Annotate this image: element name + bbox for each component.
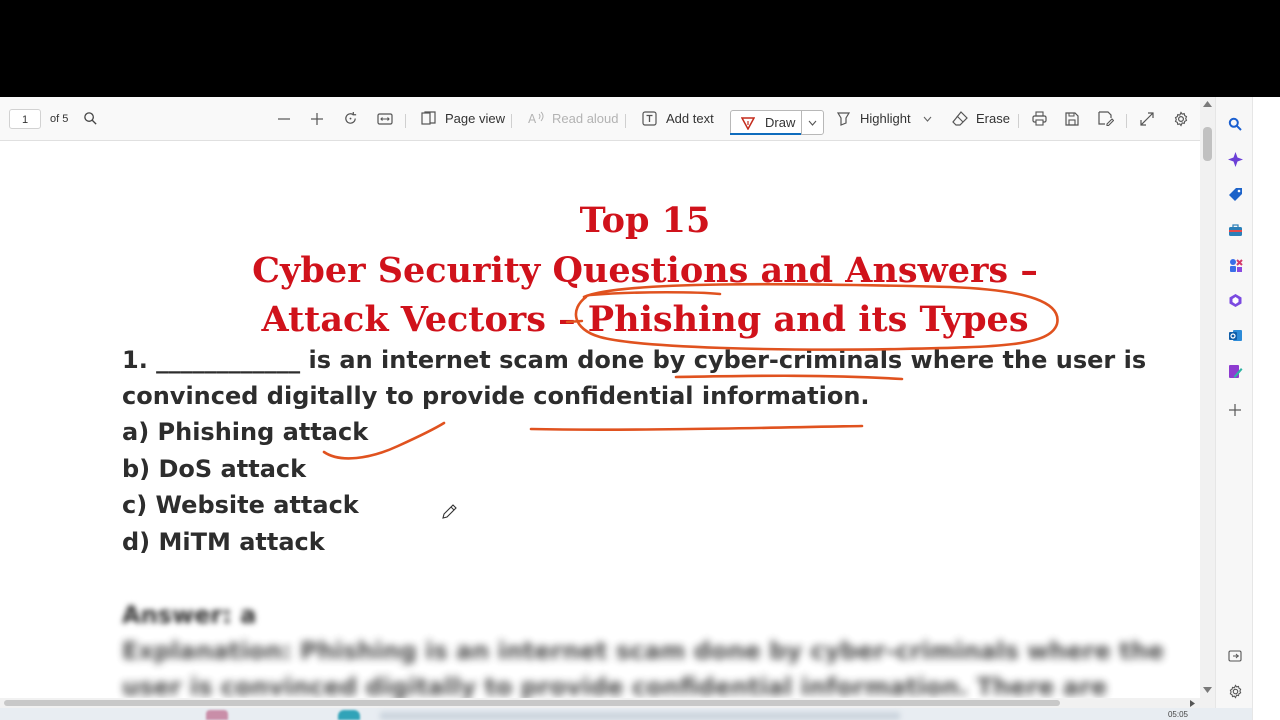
save-icon (1065, 111, 1079, 126)
ink-underline-stroke (322, 421, 446, 460)
erase-button[interactable]: Erase (952, 97, 1010, 140)
add-text-button[interactable]: Add text (642, 97, 714, 140)
outlook-icon (1228, 329, 1242, 341)
add-icon (1229, 404, 1241, 416)
minus-icon (278, 117, 290, 120)
sidebar-office-button[interactable] (1227, 292, 1243, 308)
sidebar-add-button[interactable] (1227, 402, 1243, 418)
toolbar-divider (625, 114, 626, 128)
rotate-icon (345, 111, 357, 124)
draw-button[interactable]: Draw (741, 111, 795, 134)
toolbar-divider (1018, 114, 1019, 128)
ink-circle-stroke (574, 282, 1059, 351)
save-as-button[interactable] (1098, 97, 1114, 140)
pen-icon (741, 116, 755, 130)
games-icon (1229, 258, 1243, 272)
pdf-page: Top 15 Cyber Security Questions and Answ… (0, 141, 1200, 711)
taskbar-apps (380, 712, 900, 720)
taskbar: 05:05 (0, 708, 1280, 720)
sidebar-shopping-button[interactable] (1227, 186, 1243, 202)
read-aloud-label: Read aloud (552, 111, 619, 126)
page-view-button[interactable]: Page view (421, 97, 505, 140)
highlighter-icon (836, 112, 851, 126)
erase-label: Erase (976, 111, 1010, 126)
ink-annotations (322, 282, 1059, 460)
browser-sidebar (1215, 97, 1253, 720)
expand-icon (1140, 111, 1154, 126)
add-text-label: Add text (666, 111, 714, 126)
zoom-out-button[interactable] (277, 97, 291, 140)
pdf-viewer-window: 1 of 5 Page view A Read aloud Add text D… (0, 97, 1280, 720)
draw-button-group: Draw (730, 110, 824, 135)
sidebar-search-button[interactable] (1227, 116, 1243, 132)
toolbar-divider (511, 114, 512, 128)
page-view-label: Page view (445, 111, 505, 126)
vertical-scroll-thumb[interactable] (1203, 127, 1212, 161)
page-count-label: of 5 (50, 112, 69, 125)
eraser-icon (952, 111, 968, 126)
add-text-icon (642, 111, 657, 126)
read-aloud-button[interactable]: A Read aloud (528, 97, 619, 140)
office-icon (1229, 293, 1241, 307)
settings-icon (1229, 683, 1241, 699)
highlight-options-dropdown[interactable] (923, 97, 932, 140)
draw-label: Draw (765, 115, 796, 130)
settings-button[interactable] (1173, 97, 1189, 140)
pdf-toolbar: 1 of 5 Page view A Read aloud Add text D… (0, 97, 1200, 141)
taskbar-clock: 05:05 (1167, 710, 1188, 719)
read-aloud-icon: A (528, 111, 544, 126)
find-button[interactable] (83, 97, 98, 140)
ink-underline-stroke (674, 374, 904, 381)
pen-cursor-icon (442, 504, 457, 519)
save-as-icon (1098, 111, 1114, 126)
search-icon (1228, 117, 1242, 131)
rotate-button[interactable] (343, 97, 358, 140)
scroll-right-icon[interactable] (1190, 700, 1195, 707)
designer-icon (1228, 364, 1242, 378)
printer-icon (1032, 111, 1047, 126)
sidebar-collapse-button[interactable] (1227, 648, 1243, 664)
sidebar-settings-button[interactable] (1227, 683, 1243, 699)
highlight-button[interactable]: Highlight (836, 97, 911, 140)
taskbar-app-icon[interactable] (206, 710, 228, 720)
horizontal-scroll-thumb[interactable] (4, 700, 1060, 706)
fit-width-icon (377, 112, 393, 125)
horizontal-scrollbar[interactable] (0, 698, 1215, 708)
panel-toggle-icon (1228, 650, 1242, 662)
sidebar-outlook-button[interactable] (1227, 327, 1243, 343)
chevron-down-icon (808, 120, 817, 126)
fullscreen-button[interactable] (1140, 97, 1154, 140)
gear-icon (1174, 110, 1188, 127)
window-edge (1252, 97, 1280, 720)
sidebar-games-button[interactable] (1227, 257, 1243, 273)
scroll-down-icon[interactable] (1203, 687, 1212, 693)
draw-active-indicator (730, 133, 801, 135)
save-button[interactable] (1065, 97, 1079, 140)
scroll-up-icon[interactable] (1203, 101, 1212, 107)
briefcase-icon (1228, 223, 1242, 236)
plus-icon (311, 112, 323, 125)
vertical-scrollbar[interactable] (1200, 97, 1215, 698)
print-button[interactable] (1032, 97, 1047, 140)
svg-text:A: A (528, 112, 537, 126)
sidebar-tools-button[interactable] (1227, 222, 1243, 238)
sidebar-designer-button[interactable] (1227, 363, 1243, 379)
toolbar-divider (405, 114, 406, 128)
page-view-icon (421, 111, 436, 125)
draw-options-dropdown[interactable] (808, 111, 817, 134)
ink-dash-stroke (565, 319, 584, 324)
search-icon (84, 112, 97, 125)
zoom-in-button[interactable] (310, 97, 324, 140)
draw-split-divider (801, 111, 802, 134)
highlight-label: Highlight (860, 111, 911, 126)
ink-underline-stroke (529, 424, 864, 431)
chevron-down-icon (923, 116, 932, 122)
taskbar-app-icon[interactable] (338, 710, 360, 720)
tag-icon (1228, 187, 1242, 201)
toolbar-divider (1126, 114, 1127, 128)
copilot-icon (1227, 151, 1243, 167)
page-number-input[interactable]: 1 (9, 109, 41, 129)
fit-width-button[interactable] (377, 97, 393, 140)
sidebar-copilot-button[interactable] (1227, 151, 1243, 167)
